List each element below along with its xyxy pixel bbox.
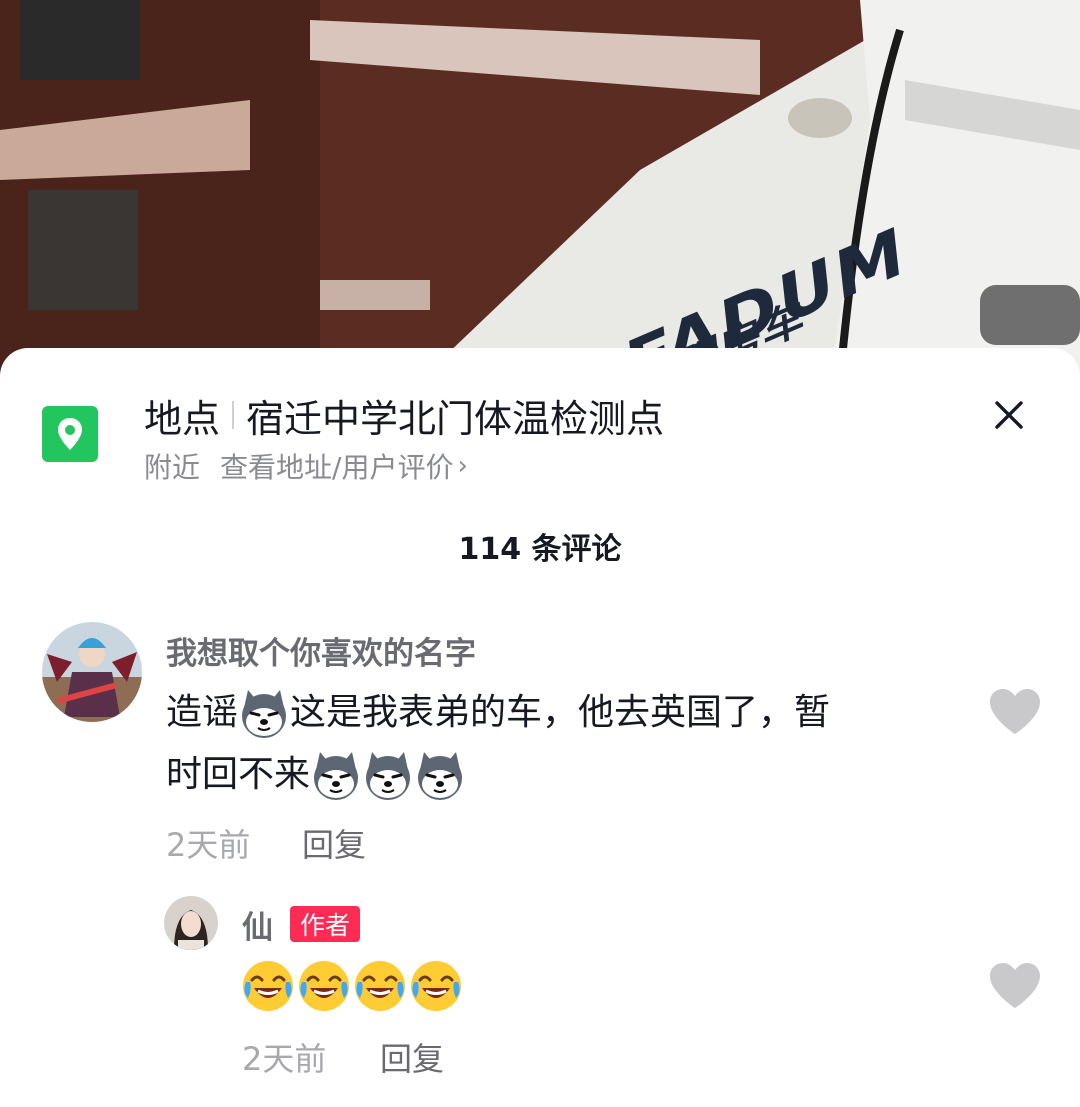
comment-text: 造谣 这是我表弟的车，他去英国了，暂 时回不来 (166, 682, 956, 806)
reply-button[interactable]: 回复 (380, 1034, 444, 1080)
heart-icon (990, 963, 1040, 1008)
comment-username[interactable]: 仙 (242, 902, 273, 947)
comment-text (240, 958, 464, 1014)
comment-time: 2天前 (166, 826, 251, 864)
poi-title[interactable]: 地点 宿迁中学北门体温检测点 (144, 390, 665, 441)
video-background: FADUM 速明房车 (0, 0, 1080, 380)
avatar[interactable] (164, 896, 218, 950)
poi-nearby: 附近 (144, 451, 201, 484)
poi-divider (232, 401, 235, 429)
laugh-cry-emoji (240, 958, 296, 1014)
husky-dog-emoji (362, 750, 414, 802)
poi-name: 宿迁中学北门体温检测点 (246, 396, 665, 441)
heart-icon (990, 689, 1040, 734)
comment-count: 114 条评论 (458, 532, 622, 567)
chevron-right-icon: › (457, 451, 468, 481)
reply-button[interactable]: 回复 (302, 820, 366, 866)
husky-dog-emoji (238, 688, 290, 740)
like-button[interactable] (988, 688, 1042, 736)
husky-dog-emoji (310, 750, 362, 802)
poi-subtitle[interactable]: 附近 查看地址/用户评价 › (144, 446, 468, 486)
comment-time: 2天前 (242, 1040, 327, 1078)
close-button[interactable] (986, 392, 1032, 438)
poi-address-link[interactable]: 查看地址/用户评价 (220, 446, 453, 486)
laugh-cry-emoji (408, 958, 464, 1014)
husky-dog-emoji (414, 750, 466, 802)
laugh-cry-emoji (352, 958, 408, 1014)
poi-label: 地点 (144, 396, 221, 441)
laugh-cry-emoji (296, 958, 352, 1014)
like-button[interactable] (988, 962, 1042, 1010)
location-pin-icon[interactable] (42, 406, 98, 462)
close-icon (995, 401, 1023, 429)
comment-username[interactable]: 我想取个你喜欢的名字 (166, 628, 476, 673)
author-badge: 作者 (290, 906, 361, 942)
avatar[interactable] (42, 622, 142, 722)
